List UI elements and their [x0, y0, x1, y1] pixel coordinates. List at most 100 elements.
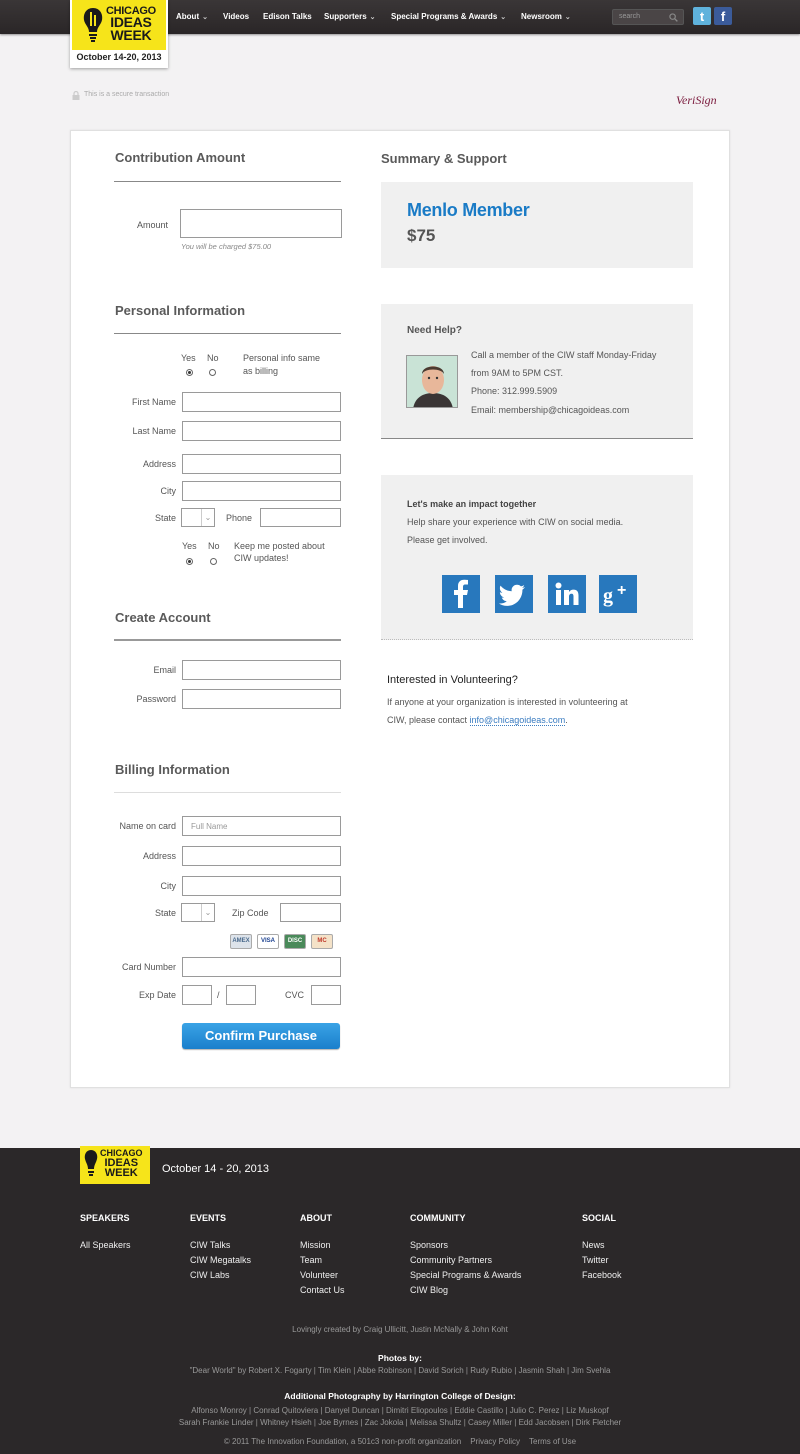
same-yes-radio[interactable] [186, 369, 193, 376]
footer-link[interactable]: Facebook [582, 1268, 622, 1283]
last-name-input[interactable] [182, 421, 341, 441]
phone-input[interactable] [260, 508, 341, 527]
post-yes-radio[interactable] [186, 558, 193, 565]
name-on-card-label: Name on card [119, 821, 176, 831]
svg-text:g: g [603, 585, 613, 607]
lightbulb-skyline-icon [83, 8, 103, 42]
footer-link[interactable]: Special Programs & Awards [410, 1268, 521, 1283]
privacy-policy-link[interactable]: Privacy Policy [470, 1437, 520, 1446]
keep-posted-text-1: Keep me posted about [234, 541, 325, 551]
discover-card-icon: DISC [284, 934, 306, 949]
name-on-card-placeholder: Full Name [191, 822, 228, 831]
billing-address-input[interactable] [182, 846, 341, 866]
facebook-icon[interactable]: f [714, 7, 732, 25]
city-label: City [160, 486, 177, 496]
footer-link[interactable]: All Speakers [80, 1238, 131, 1253]
zip-code-input[interactable] [280, 903, 341, 922]
post-no-radio[interactable] [210, 558, 217, 565]
search-input[interactable]: search [612, 9, 684, 25]
terms-of-use-link[interactable]: Terms of Use [529, 1437, 576, 1446]
footer-link[interactable]: CIW Labs [190, 1268, 230, 1283]
footer-logo[interactable]: CHICAGO IDEAS WEEK [80, 1146, 150, 1184]
footer-link[interactable]: News [582, 1238, 605, 1253]
footer-link[interactable]: Sponsors [410, 1238, 448, 1253]
visa-card-icon: VISA [257, 934, 279, 949]
card-number-input[interactable] [182, 957, 341, 977]
amount-input[interactable] [180, 209, 342, 238]
chevron-down-icon: ⌄ [500, 14, 507, 21]
nav-newsroom[interactable]: Newsroom ⌄ [521, 12, 571, 21]
footer-link[interactable]: CIW Blog [410, 1283, 448, 1298]
discover-card-label: DISC [287, 938, 303, 944]
membership-price: $75 [407, 226, 436, 245]
address-input[interactable] [182, 454, 341, 474]
footer-link[interactable]: Volunteer [300, 1268, 338, 1283]
volunteer-line-2: CIW, please contact info@chicagoideas.co… [387, 711, 568, 729]
exp-year-input[interactable] [226, 985, 256, 1005]
help-phone: Phone: 312.999.5909 [471, 386, 558, 396]
volunteer-email-link[interactable]: info@chicagoideas.com [469, 715, 566, 726]
site-logo[interactable]: CHICAGO IDEAS WEEK October 14-20, 2013 [70, 0, 168, 68]
confirm-purchase-button[interactable]: Confirm Purchase [182, 1023, 340, 1049]
same-no-radio[interactable] [209, 369, 216, 376]
first-name-label: First Name [131, 397, 176, 407]
footer-link[interactable]: Twitter [582, 1253, 609, 1268]
logo-text: CHICAGO IDEAS WEEK [106, 6, 156, 43]
chevron-down-icon: ⌄ [202, 14, 208, 21]
footer-link[interactable]: Team [300, 1253, 322, 1268]
membership-summary-box [381, 182, 693, 268]
charge-hint: You will be charged $75.00 [181, 242, 272, 251]
chevron-down-icon: ⌄ [201, 509, 214, 526]
footer-link[interactable]: Contact Us [300, 1283, 345, 1298]
search-placeholder: search [619, 13, 641, 20]
cvc-input[interactable] [311, 985, 341, 1005]
staff-avatar [406, 355, 458, 408]
nav-special-programs[interactable]: Special Programs & Awards ⌄ [391, 12, 506, 21]
keep-posted-text-2: CIW updates! [234, 553, 289, 563]
footer-heading-speakers: SPEAKERS [80, 1213, 130, 1223]
billing-state-select[interactable]: ⌄ [181, 903, 215, 922]
footer-link[interactable]: Community Partners [410, 1253, 492, 1268]
section-divider [114, 639, 341, 641]
footer-link[interactable]: CIW Talks [190, 1238, 230, 1253]
facebook-glyph: f [720, 9, 726, 24]
nav-edison-talks[interactable]: Edison Talks [263, 12, 312, 21]
footer-logo-text: CHICAGO IDEAS WEEK [100, 1149, 143, 1179]
googleplus-share-icon[interactable]: g + [599, 575, 637, 613]
password-input[interactable] [182, 689, 341, 709]
same-yes-label: Yes [181, 353, 196, 363]
nav-supporters[interactable]: Supporters ⌄ [324, 12, 376, 21]
nav-videos[interactable]: Videos [223, 12, 249, 21]
exp-month-input[interactable] [182, 985, 212, 1005]
same-info-text-1: Personal info same [243, 353, 321, 363]
billing-state-label: State [154, 908, 176, 918]
section-divider [114, 792, 341, 793]
email-input[interactable] [182, 660, 341, 680]
name-on-card-input[interactable]: Full Name [182, 816, 341, 836]
facebook-share-icon[interactable] [442, 575, 480, 613]
footer-bottom-line: © 2011 The Innovation Foundation, a 501c… [0, 1436, 800, 1447]
first-name-input[interactable] [182, 392, 341, 412]
volunteer-line-1: If anyone at your organization is intere… [387, 697, 628, 707]
footer-link[interactable]: CIW Megatalks [190, 1253, 251, 1268]
search-icon[interactable] [669, 13, 678, 22]
mastercard-card-icon: MC [311, 934, 333, 949]
twitter-share-icon[interactable] [495, 575, 533, 613]
amount-label: Amount [136, 220, 168, 230]
nav-edison-talks-label: Edison Talks [263, 12, 312, 21]
volunteer-title: Interested in Volunteering? [387, 674, 518, 686]
help-email[interactable]: Email: membership@chicagoideas.com [471, 401, 629, 419]
billing-city-input[interactable] [182, 876, 341, 896]
footer-link[interactable]: Mission [300, 1238, 331, 1253]
nav-about[interactable]: About ⌄ [176, 12, 208, 21]
googleplus-glyph-icon: g + [603, 582, 626, 607]
membership-tier: Menlo Member [407, 200, 530, 220]
city-input[interactable] [182, 481, 341, 501]
address-label: Address [142, 459, 176, 469]
state-select[interactable]: ⌄ [181, 508, 215, 527]
linkedin-share-icon[interactable] [548, 575, 586, 613]
twitter-icon[interactable]: t [693, 7, 711, 25]
mastercard-card-label: MC [317, 938, 327, 944]
volunteer-line-2-prefix: CIW, please contact [387, 715, 470, 725]
amex-card-label: AMEX [232, 938, 250, 944]
